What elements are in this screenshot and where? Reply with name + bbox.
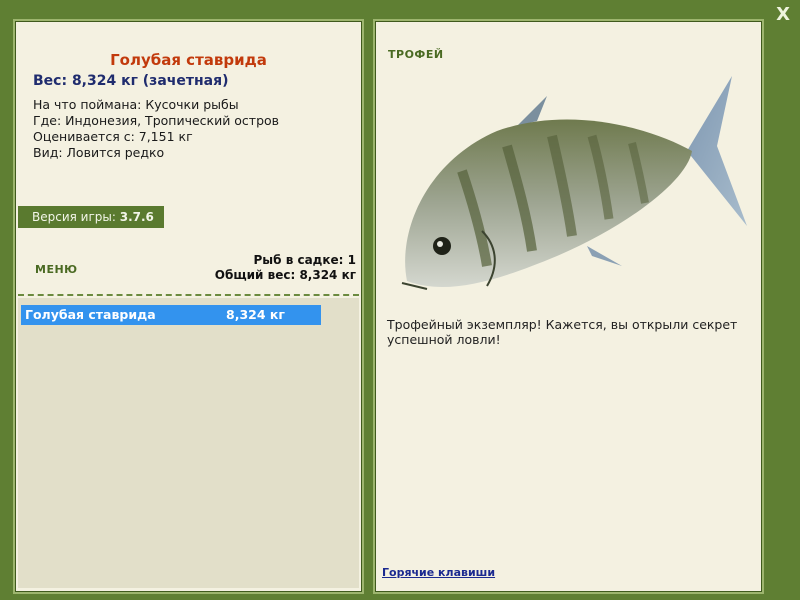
catch-list [18,298,359,588]
valued-from-line: Оценивается с: 7,151 кг [33,129,193,144]
location-line: Где: Индонезия, Тропический остров [33,113,280,128]
total-weight: Общий вес: 8,324 кг [214,268,356,282]
list-item-weight: 8,324 кг [226,307,285,322]
caught-with-line: На что поймана: Кусочки рыбы [33,97,239,112]
fish-info-panel: Голубая ставрида Вес: 8,324 кг (зачетная… [13,19,364,594]
divider [18,294,359,296]
trophy-text: Трофейный экземпляр! Кажется, вы открыли… [387,317,738,347]
fish-weight: Вес: 8,324 кг (зачетная) [33,73,229,89]
version-bar: Версия игры: 3.7.6 [18,206,164,228]
fish-title: Голубая ставрида [110,51,267,69]
menu-button[interactable]: МЕНЮ [35,263,78,276]
version-value: 3.7.6 [119,210,154,224]
list-item-name: Голубая ставрида [25,307,156,322]
version-label: Версия игры: [32,210,116,224]
close-button[interactable]: X [776,6,790,24]
list-item[interactable]: Голубая ставрида 8,324 кг [21,305,321,325]
trophy-panel: ТРОФЕЙ Трофейный экземпляр! Кажется, вы … [373,19,764,594]
kind-line: Вид: Ловится редко [33,145,165,160]
keepnet-stats: Рыб в садке: 1 Общий вес: 8,324 кг [215,253,356,283]
fish-image [401,76,747,290]
fish-count: Рыб в садке: 1 [253,253,357,267]
hotkeys-link[interactable]: Горячие клавиши [382,566,495,579]
